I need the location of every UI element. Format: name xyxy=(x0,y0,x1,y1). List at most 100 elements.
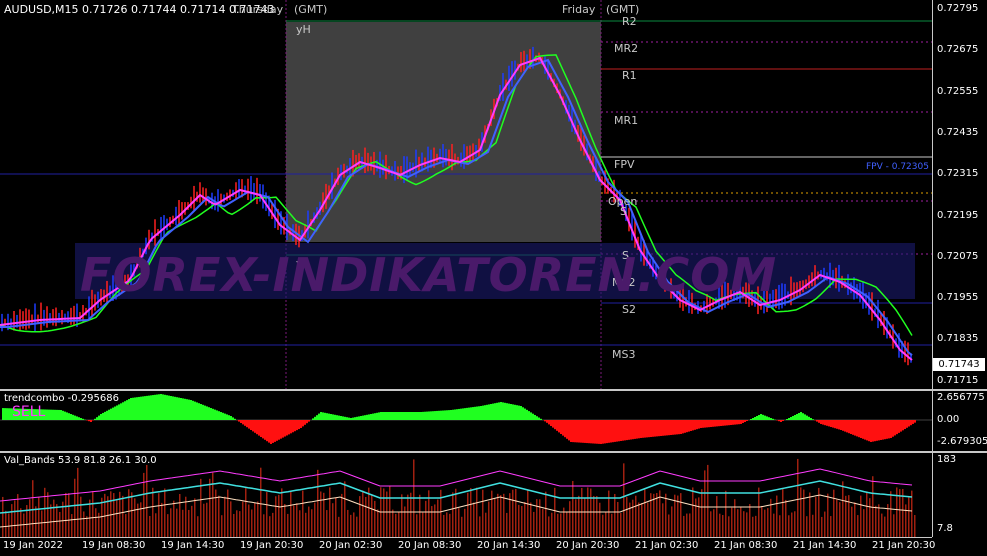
valbands-axis-min: 7.8 xyxy=(937,523,953,534)
trendcombo-bar xyxy=(248,420,250,429)
trendcombo-bar xyxy=(714,420,716,427)
valbands-bar xyxy=(695,499,697,537)
trendcombo-bar xyxy=(734,420,736,425)
price-axis xyxy=(932,0,987,389)
trendcombo-bar xyxy=(392,412,394,420)
valbands-bar xyxy=(494,498,496,537)
valbands-bar xyxy=(791,513,793,537)
trendcombo-bar xyxy=(60,410,62,420)
time-axis-label: 19 Jan 2022 xyxy=(3,540,63,551)
valbands-bar xyxy=(182,510,184,537)
trendcombo-bar xyxy=(410,412,412,420)
valbands-bar xyxy=(398,512,400,537)
trendcombo-bar xyxy=(624,420,626,440)
valbands-bar xyxy=(53,500,55,537)
valbands-bar xyxy=(368,488,370,537)
time-axis-label: 21 Jan 02:30 xyxy=(635,540,698,551)
trendcombo-bar xyxy=(842,420,844,431)
valbands-bar xyxy=(860,496,862,537)
trendcombo-bar xyxy=(426,412,428,420)
trendcombo-bar xyxy=(348,418,350,420)
valbands-bar xyxy=(728,516,730,537)
trendcombo-bar xyxy=(256,420,258,434)
valbands-bar xyxy=(545,492,547,537)
trendcombo-bar xyxy=(180,398,182,420)
valbands-bar xyxy=(506,513,508,537)
valbands-bar xyxy=(845,496,847,537)
trendcombo-bar xyxy=(562,420,564,436)
valbands-bar xyxy=(5,511,7,537)
valbands-bar xyxy=(584,498,586,537)
trendcombo-bar xyxy=(122,402,124,420)
trendcombo-bar xyxy=(2,408,4,420)
main-chart-panel[interactable]: AUDUSD,M15 0.71726 0.71744 0.71714 0.717… xyxy=(0,0,932,389)
valbands-bar xyxy=(146,465,148,537)
trendcombo-bar xyxy=(324,413,326,420)
trendcombo-bar xyxy=(570,420,572,442)
trendcombo-bar xyxy=(326,413,328,420)
valbands-bar xyxy=(500,495,502,537)
trendcombo-bar xyxy=(744,420,746,422)
valbands-bar xyxy=(305,513,307,537)
trendcombo-bar xyxy=(396,412,398,420)
trendcombo-bar xyxy=(792,416,794,420)
valbands-bar xyxy=(593,496,595,537)
trendcombo-bar xyxy=(520,406,522,420)
trendcombo-bar xyxy=(872,420,874,442)
valbands-bar xyxy=(35,506,37,537)
trendcombo-bar xyxy=(636,420,638,439)
trendcombo-bar xyxy=(886,420,888,439)
trendcombo-bar xyxy=(692,420,694,430)
trendcombo-bar xyxy=(696,420,698,429)
trendcombo-bar xyxy=(156,395,158,420)
trendcombo-bar xyxy=(708,420,710,427)
trendcombo-bar xyxy=(200,404,202,420)
trendcombo-bar xyxy=(270,420,272,444)
trendcombo-bar xyxy=(66,412,68,420)
trendcombo-panel[interactable]: trendcombo -0.295686 SELL xyxy=(0,391,932,451)
price-chart[interactable] xyxy=(0,0,932,389)
trendcombo-bar xyxy=(132,398,134,420)
valbands-bar xyxy=(41,510,43,537)
trendcombo-bar xyxy=(846,420,848,432)
valbands-bar xyxy=(800,487,802,537)
trendcombo-bar xyxy=(758,415,760,420)
trendcombo-bar xyxy=(114,407,116,420)
valbands-bar xyxy=(284,504,286,537)
valbands-bar xyxy=(710,511,712,537)
valbands-bar xyxy=(233,514,235,537)
trendcombo-bar xyxy=(724,420,726,426)
valbands-bar xyxy=(374,501,376,537)
valbands-bar xyxy=(242,502,244,537)
trendcombo-bar xyxy=(538,418,540,420)
trendcombo-bar xyxy=(904,420,906,429)
trendcombo-bar xyxy=(130,398,132,420)
trendcombo-bar xyxy=(262,420,264,438)
trendcombo-bar xyxy=(446,410,448,420)
trendcombo-bar xyxy=(896,420,898,434)
valbands-bar xyxy=(356,517,358,537)
trendcombo-bar xyxy=(452,410,454,420)
valbands-bar xyxy=(197,516,199,537)
trendcombo-bar xyxy=(378,412,380,420)
trendcombo-bar xyxy=(420,412,422,420)
valbands-bar xyxy=(884,517,886,537)
trendcombo-bar xyxy=(882,420,884,440)
trendcombo-bar xyxy=(572,420,574,442)
valbands-bar xyxy=(161,503,163,537)
valbands-bar xyxy=(536,499,538,537)
yh-label: yH xyxy=(296,23,311,36)
trendcombo-bar xyxy=(822,420,824,425)
mr2-label: MR2 xyxy=(614,42,638,55)
trendcombo-bar xyxy=(498,402,500,420)
trendcombo-bar xyxy=(514,405,516,420)
trendcombo-bar xyxy=(738,420,740,424)
valbands-bar xyxy=(488,502,490,537)
valbands-bar xyxy=(116,500,118,537)
valbands-bar xyxy=(803,490,805,537)
trendcombo-bar xyxy=(878,420,880,440)
valbands-panel[interactable]: Val_Bands 53.9 81.8 26.1 30.0 xyxy=(0,453,932,537)
valbands-bar xyxy=(416,514,418,537)
valbands-bar xyxy=(446,512,448,537)
trendcombo-bar xyxy=(736,420,738,424)
